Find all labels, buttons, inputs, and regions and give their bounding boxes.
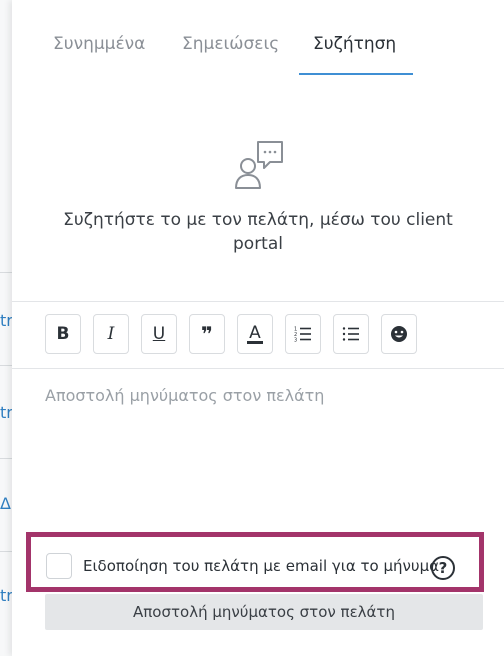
empty-state-text: Συζητήστε το με τον πελάτη, μέσω του cli…	[63, 210, 453, 254]
divider	[12, 368, 504, 369]
table-row-link-fragment[interactable]: Δ	[0, 494, 12, 513]
table-row-link-fragment[interactable]: tr	[0, 586, 12, 605]
emoji-icon	[390, 325, 408, 343]
row-divider	[0, 551, 12, 552]
italic-icon: I	[107, 324, 115, 344]
text-color-button[interactable]: A	[237, 314, 273, 354]
chat-person-icon	[234, 140, 286, 192]
tab-attachments[interactable]: Συνημμένα	[53, 34, 145, 54]
bullet-list-icon	[342, 326, 360, 342]
table-row-link-fragment[interactable]: tr	[0, 311, 12, 330]
tab-notes[interactable]: Σημειώσεις	[182, 34, 279, 54]
quote-button[interactable]: ❞	[189, 314, 225, 354]
bullet-list-button[interactable]	[333, 314, 369, 354]
underline-icon: U	[152, 324, 166, 344]
italic-button[interactable]: I	[93, 314, 129, 354]
emoji-button[interactable]	[381, 314, 417, 354]
underline-button[interactable]: U	[141, 314, 177, 354]
bold-button[interactable]: B	[45, 314, 81, 354]
highlight-box	[26, 532, 484, 592]
row-divider	[0, 365, 12, 366]
tab-discussion[interactable]: Συζήτηση	[313, 34, 396, 54]
row-divider	[0, 458, 12, 459]
message-input[interactable]	[45, 386, 475, 516]
row-divider	[0, 272, 12, 273]
text-color-icon: A	[247, 322, 263, 344]
bold-icon: B	[56, 324, 70, 344]
ordered-list-button[interactable]: 1 2 3	[285, 314, 321, 354]
active-tab-indicator	[299, 73, 413, 75]
divider	[12, 301, 504, 302]
send-message-button[interactable]: Αποστολή μηνύματος στον πελάτη	[45, 594, 483, 630]
quote-icon: ❞	[201, 322, 213, 346]
svg-text:3: 3	[294, 338, 297, 343]
tab-bar: Συνημμένα Σημειώσεις Συζήτηση	[12, 24, 504, 76]
ordered-list-icon: 1 2 3	[294, 326, 312, 342]
table-row-link-fragment[interactable]: tr	[0, 403, 12, 422]
